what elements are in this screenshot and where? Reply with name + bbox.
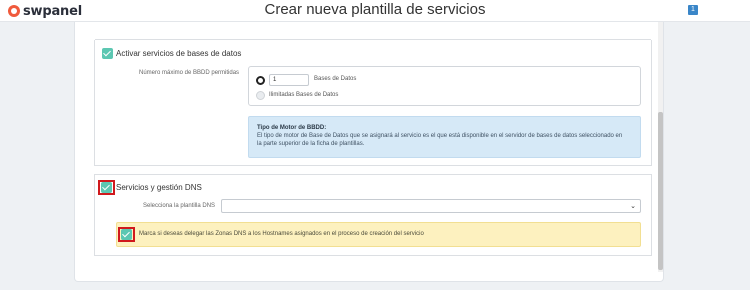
database-enable-checkbox[interactable] (102, 48, 113, 59)
database-count-input[interactable]: 1 (269, 74, 309, 86)
dns-delegation-checkbox[interactable] (121, 229, 132, 240)
dns-enable-checkbox[interactable] (101, 182, 112, 193)
unlimited-label: Ilimitadas Bases de Datos (269, 92, 339, 98)
engine-info-text-2: la parte superior de la ficha de plantil… (257, 141, 365, 147)
limited-radio[interactable] (256, 76, 265, 85)
dns-template-select[interactable]: ⌄ (221, 199, 641, 213)
dns-delegation-label: Marca si deseas delegar las Zonas DNS a … (139, 231, 424, 237)
scrollbar-thumb[interactable] (658, 112, 663, 270)
notification-badge[interactable]: 1 (688, 5, 698, 15)
database-section-title: Activar servicios de bases de datos (116, 49, 242, 58)
engine-info-title: Tipo de Motor de BBDD: (257, 125, 327, 131)
engine-info-box: Tipo de Motor de BBDD: El tipo de motor … (248, 116, 641, 158)
database-count-unit: Bases de Datos (314, 76, 357, 82)
dns-delegation-box: Marca si deseas delegar las Zonas DNS a … (116, 222, 641, 247)
max-databases-label: Número máximo de BBDD permitidas (139, 70, 240, 76)
unlimited-radio[interactable] (256, 91, 265, 100)
engine-info-text-1: El tipo de motor de Base de Datos que se… (257, 133, 623, 139)
dns-template-label: Selecciona la plantilla DNS (143, 203, 216, 209)
database-limit-options (248, 66, 641, 106)
chevron-down-icon: ⌄ (630, 203, 636, 210)
dns-section-title: Servicios y gestión DNS (116, 183, 202, 192)
page-title: Crear nueva plantilla de servicios (264, 1, 486, 18)
top-bar: swpanel Crear nueva plantilla de servici… (0, 0, 750, 22)
scrollbar[interactable] (658, 22, 663, 272)
